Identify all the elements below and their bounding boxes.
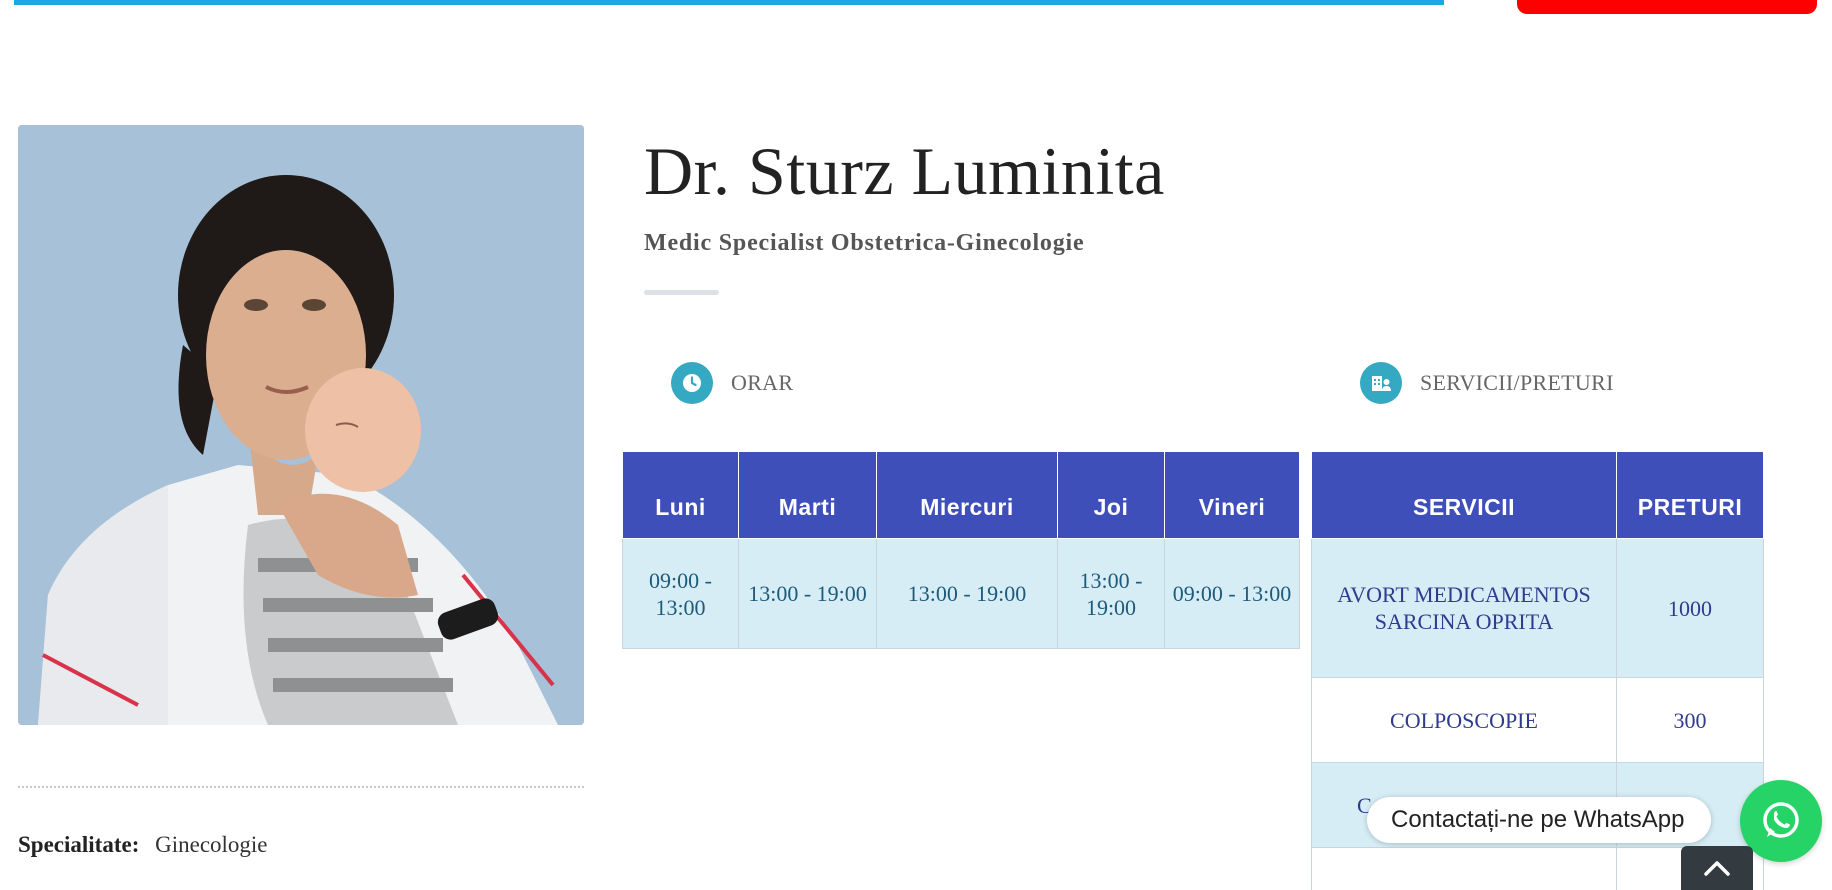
- preturi-col-header: PRETURI: [1616, 451, 1764, 539]
- hospital-icon: [1360, 362, 1402, 404]
- servicii-heading-text: SERVICII/PRETURI: [1420, 370, 1614, 395]
- orar-day-header: Marti: [738, 451, 877, 539]
- whatsapp-label[interactable]: Contactați-ne pe WhatsApp: [1391, 806, 1685, 834]
- orar-heading: ORAR: [671, 362, 793, 404]
- whatsapp-chat-bubble[interactable]: Contactați-ne pe WhatsApp: [1367, 797, 1711, 843]
- table-row: COLPOSCOPIE 300: [1311, 677, 1764, 763]
- title-underline: [644, 290, 719, 295]
- specialitate-row: Specialitate: Ginecologie: [18, 832, 268, 858]
- orar-table: Luni Marti Miercuri Joi Vineri 09:00 - 1…: [622, 451, 1300, 649]
- servicii-col-header: SERVICII: [1311, 451, 1617, 539]
- orar-heading-text: ORAR: [731, 370, 794, 395]
- specialitate-value: Ginecologie: [155, 832, 268, 857]
- orar-hours-cell: 09:00 - 13:00: [1164, 538, 1300, 649]
- orar-hours-cell: 13:00 - 19:00: [738, 538, 877, 649]
- table-row: AVORT MEDICAMENTOS SARCINA OPRITA 1000: [1311, 538, 1764, 678]
- doctor-title: Medic Specialist Obstetrica-Ginecologie: [644, 230, 1085, 256]
- servicii-heading: SERVICII/PRETURI: [1360, 362, 1614, 404]
- orar-hours-cell: 09:00 - 13:00: [622, 538, 739, 649]
- servicii-header-row: SERVICII PRETURI: [1311, 451, 1764, 539]
- orar-day-header: Vineri: [1164, 451, 1300, 539]
- service-cell: AVORT MEDICAMENTOS SARCINA OPRITA: [1311, 538, 1617, 678]
- doctor-photo: [18, 125, 584, 725]
- orar-day-header: Miercuri: [876, 451, 1058, 539]
- whatsapp-icon: [1763, 802, 1799, 838]
- top-accent-bar: [14, 0, 1444, 5]
- orar-hours-cell: 13:00 - 19:00: [876, 538, 1058, 649]
- price-cell: 1000: [1616, 538, 1764, 678]
- orar-day-header: Luni: [622, 451, 739, 539]
- specialitate-label: Specialitate:: [18, 832, 140, 857]
- chevron-up-icon: [1704, 861, 1730, 876]
- doctor-photo-image: [18, 125, 584, 725]
- orar-hours-row: 09:00 - 13:00 13:00 - 19:00 13:00 - 19:0…: [622, 538, 1300, 649]
- orar-header-row: Luni Marti Miercuri Joi Vineri: [622, 451, 1300, 539]
- doctor-name: Dr. Sturz Luminita: [644, 133, 1165, 209]
- service-cell: COLPOSCOPIE: [1311, 677, 1617, 763]
- service-cell: [1311, 847, 1617, 890]
- orar-day-header: Joi: [1057, 451, 1165, 539]
- price-cell: 300: [1616, 677, 1764, 763]
- orar-hours-cell: 13:00 - 19:00: [1057, 538, 1165, 649]
- dotted-separator: [18, 786, 584, 788]
- scroll-to-top-button[interactable]: [1681, 846, 1753, 890]
- header-cta-button[interactable]: [1517, 0, 1817, 14]
- clock-icon: [671, 362, 713, 404]
